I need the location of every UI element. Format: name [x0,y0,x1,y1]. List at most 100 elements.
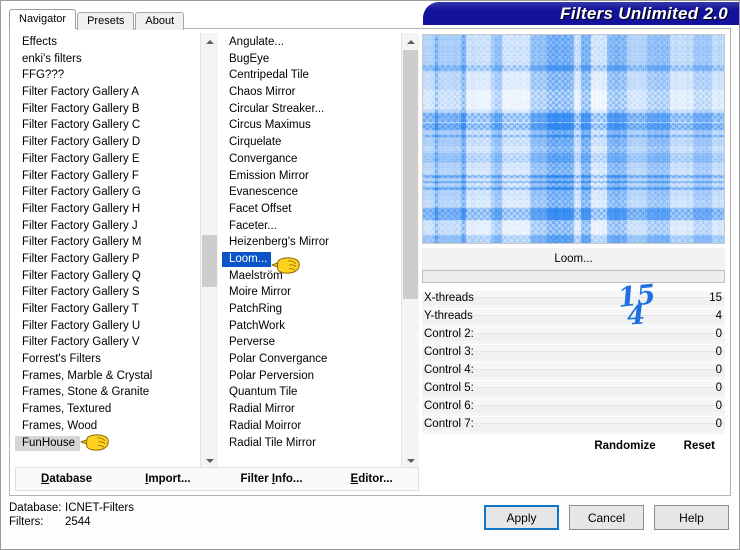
preview-and-controls-panel: Loom... X-threads 15 Y-threads 4 Control 2: 0… [422,33,725,469]
list-item[interactable]: BugEye [222,51,401,68]
control-value: 0 [715,382,722,394]
list-item[interactable]: Cirquelate [222,134,401,151]
list-item-row[interactable]: FunHouse [15,435,200,452]
list-item[interactable]: Polar Convergance [222,351,401,368]
list-item[interactable]: Filter Factory Gallery H [15,201,200,218]
list-item-row[interactable]: Loom... [222,251,401,268]
category-list-scrollbar[interactable] [200,33,218,469]
filter-list[interactable]: Angulate... BugEye Centripedal Tile Chaos M… [222,33,419,469]
list-item[interactable]: Filter Factory Gallery M [15,234,200,251]
control-slider-row[interactable]: Control 6: 0 [422,399,725,417]
list-item[interactable]: Moire Mirror [222,284,401,301]
list-item[interactable]: Loom... [222,251,272,267]
cancel-button[interactable]: Cancel [569,505,644,530]
menu-database[interactable]: Database [41,473,92,485]
list-item[interactable]: Chaos Mirror [222,84,401,101]
status-filters-label: Filters: [9,516,44,528]
list-item[interactable]: PatchWork [222,318,401,335]
list-item[interactable]: Filter Factory Gallery E [15,151,200,168]
tab-presets[interactable]: Presets [77,12,135,30]
list-item[interactable]: Circular Streaker... [222,101,401,118]
randomize-button[interactable]: Randomize [594,440,655,452]
filter-list-scrollbar[interactable] [401,33,419,469]
tab-about[interactable]: About [135,12,185,30]
list-item[interactable]: Frames, Textured [15,401,200,418]
list-item[interactable]: Facet Offset [222,201,401,218]
list-item[interactable]: Effects [15,34,200,51]
list-item[interactable]: Maelström [222,268,401,285]
control-slider-row[interactable]: Control 3: 0 [422,345,725,363]
control-value: 4 [715,310,722,322]
list-item[interactable]: Angulate... [222,34,401,51]
category-list[interactable]: Effects enki's filters FFG??? Filter Factor… [15,33,218,469]
list-item[interactable]: Quantum Tile [222,384,401,401]
list-item[interactable]: enki's filters [15,51,200,68]
control-slider-row[interactable]: Control 2: 0 [422,327,725,345]
list-item[interactable]: Frames, Stone & Granite [15,384,200,401]
list-item[interactable]: Heizenberg's Mirror [222,234,401,251]
list-item[interactable]: Filter Factory Gallery V [15,334,200,351]
menu-filter-info[interactable]: Filter Info... [241,473,303,485]
control-slider-row[interactable]: Control 7: 0 [422,417,725,435]
list-item[interactable]: Filter Factory Gallery J [15,218,200,235]
list-item[interactable]: Radial Tile Mirror [222,435,401,452]
list-item[interactable]: Filter Factory Gallery F [15,168,200,185]
list-item[interactable]: Frames, Wood [15,418,200,435]
list-item[interactable]: Filter Factory Gallery T [15,301,200,318]
list-item[interactable]: Emission Mirror [222,168,401,185]
control-value: 0 [715,418,722,430]
list-item[interactable]: Filter Factory Gallery A [15,84,200,101]
reset-button[interactable]: Reset [684,440,715,452]
control-slider-row[interactable]: Control 4: 0 [422,363,725,381]
list-item[interactable]: Circus Maximus [222,117,401,134]
list-item[interactable]: FFG??? [15,67,200,84]
control-slider-row[interactable]: Control 5: 0 [422,381,725,399]
list-item[interactable]: Frames, Marble & Crystal [15,368,200,385]
list-item[interactable]: Perverse [222,334,401,351]
scroll-up-button-filters[interactable] [402,33,419,50]
list-item[interactable]: Filter Factory Gallery B [15,101,200,118]
preset-field[interactable] [422,270,725,283]
navigator-menu-bar: Database Import... Filter Info... Editor… [15,467,419,491]
list-item[interactable]: Evanescence [222,184,401,201]
menu-import[interactable]: Import... [145,473,190,485]
list-item[interactable]: Filter Factory Gallery G [15,184,200,201]
control-label: Control 7: [424,418,474,430]
list-item[interactable]: Centripedal Tile [222,67,401,84]
list-item[interactable]: Filter Factory Gallery S [15,284,200,301]
list-item[interactable]: PatchRing [222,301,401,318]
scroll-thumb-categories[interactable] [202,234,217,288]
preview-image-frame[interactable] [422,34,725,244]
list-item[interactable]: Filter Factory Gallery D [15,134,200,151]
control-value: 0 [715,364,722,376]
list-item[interactable]: Faceter... [222,218,401,235]
control-slider-row[interactable]: X-threads 15 [422,291,725,309]
tab-navigator[interactable]: Navigator [9,9,77,29]
list-item[interactable]: FunHouse [15,435,81,451]
help-button[interactable]: Help [654,505,729,530]
control-value: 0 [715,400,722,412]
control-label: Control 3: [424,346,474,358]
control-slider-row[interactable]: Y-threads 4 [422,309,725,327]
chevron-up-icon [406,39,415,44]
menu-editor[interactable]: Editor... [351,473,393,485]
chevron-up-icon [205,39,214,44]
list-item[interactable]: Filter Factory Gallery Q [15,268,200,285]
filter-preview-image[interactable] [423,35,724,243]
list-item[interactable]: Filter Factory Gallery P [15,251,200,268]
annotation-y-threads: 4 [625,300,647,332]
list-item[interactable]: Polar Perversion [222,368,401,385]
app-title: Filters Unlimited 2.0 [560,4,728,23]
apply-button[interactable]: Apply [484,505,559,530]
list-item[interactable]: Filter Factory Gallery C [15,117,200,134]
scroll-up-button-categories[interactable] [201,33,218,50]
list-item[interactable]: Convergance [222,151,401,168]
list-item[interactable]: Filter Factory Gallery U [15,318,200,335]
list-item[interactable]: Radial Moirror [222,418,401,435]
list-item[interactable]: Radial Mirror [222,401,401,418]
category-list-items[interactable]: Effects enki's filters FFG??? Filter Factor… [15,33,200,469]
control-value: 0 [715,346,722,358]
list-item[interactable]: Forrest's Filters [15,351,200,368]
filter-list-items[interactable]: Angulate... BugEye Centripedal Tile Chaos M… [222,33,401,469]
scroll-thumb-filters[interactable] [403,50,418,300]
